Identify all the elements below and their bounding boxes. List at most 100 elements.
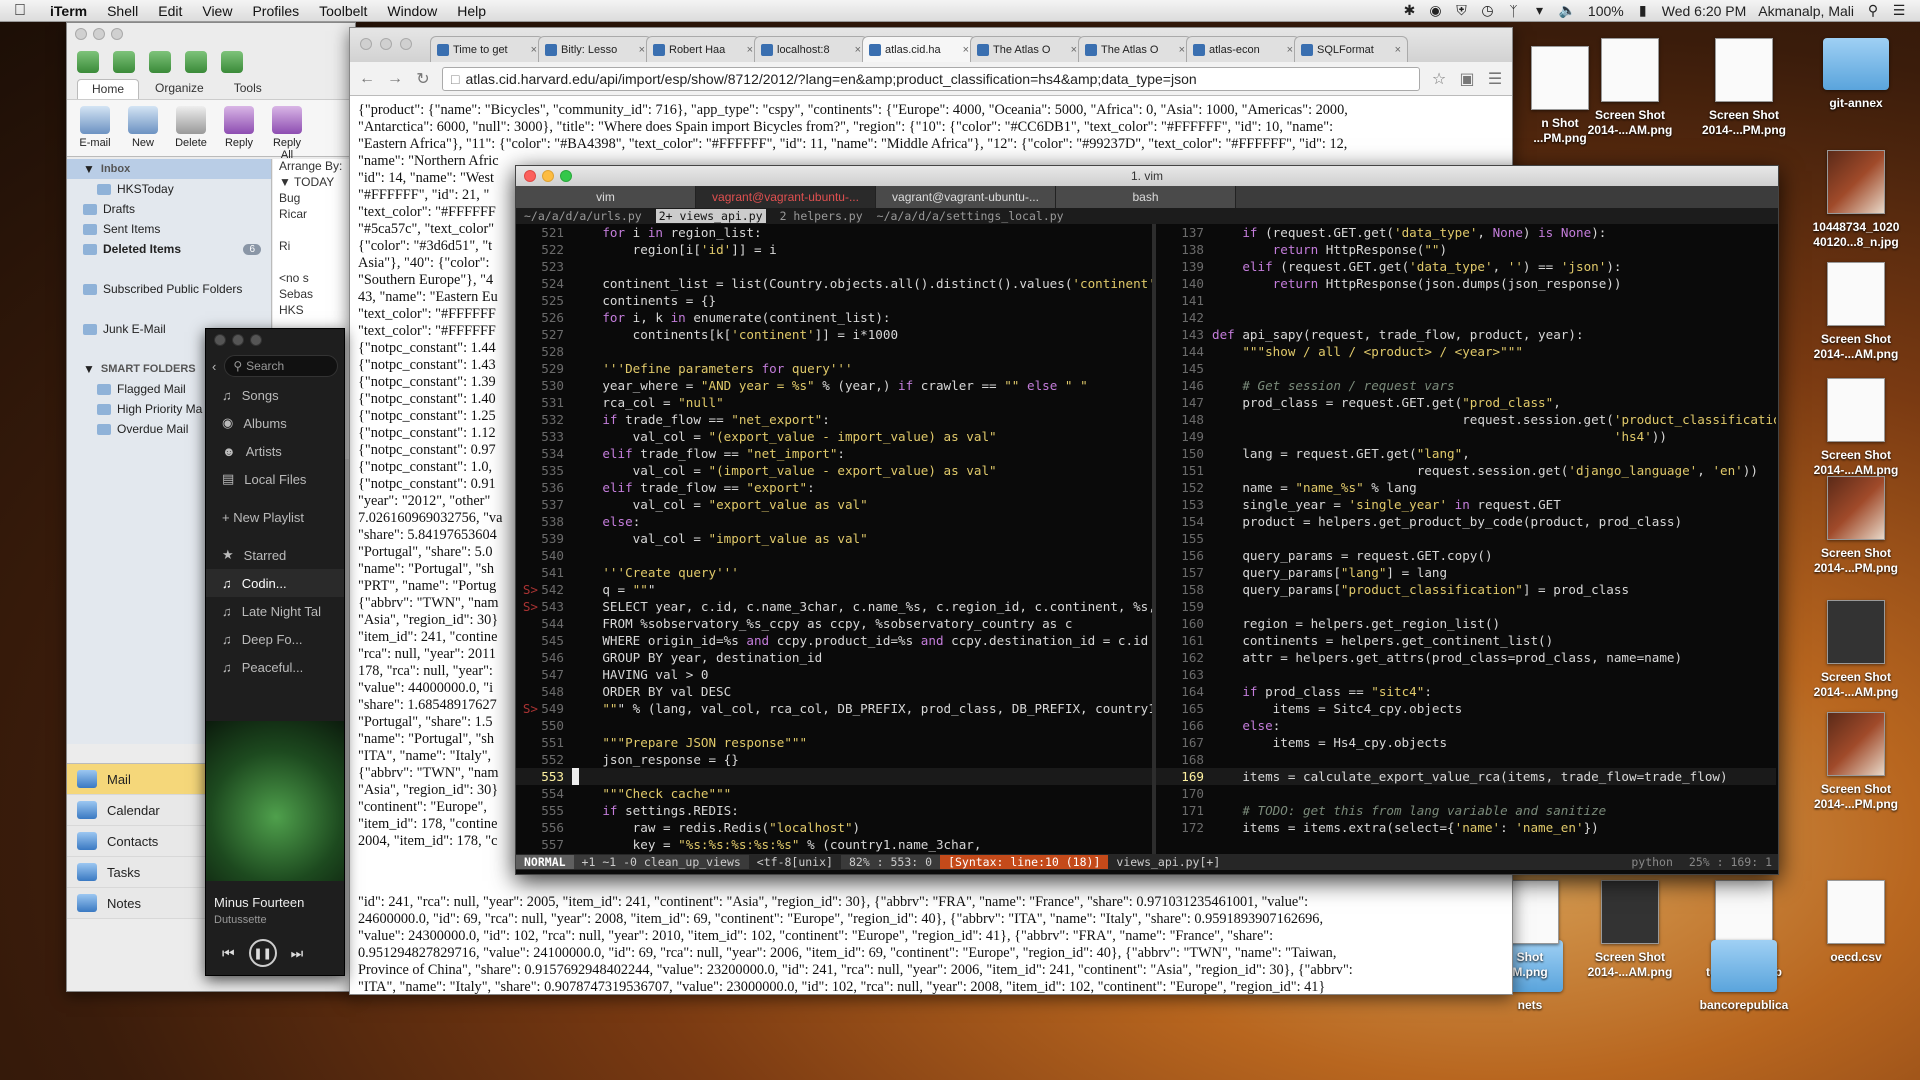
redo-icon[interactable] [149,51,171,73]
shield-icon[interactable]: ⛨ [1454,2,1468,19]
buffer-settings-local[interactable]: ~/a/a/d/a/settings_local.py [877,209,1064,223]
message-row[interactable]: Ricar [273,207,357,223]
browser-tab[interactable]: The Atlas O × [1078,36,1192,62]
message-row[interactable] [273,255,357,271]
music-item[interactable]: ♫ Peaceful... [206,653,344,681]
close-button[interactable] [214,334,226,346]
message-row[interactable]: HKS [273,303,357,319]
message-row[interactable]: <no s [273,271,357,287]
music-item[interactable]: ♫ Late Night Tal [206,597,344,625]
folder-item[interactable]: Drafts [67,199,271,219]
menu-window[interactable]: Window [377,3,447,19]
close-tab-icon[interactable]: × [531,44,537,56]
zoom-button[interactable] [400,38,412,50]
back-icon[interactable]: ← [358,70,376,88]
record-icon[interactable]: ◉ [1428,2,1442,19]
user-name[interactable]: Akmanalp, Mali [1758,3,1854,19]
email-button[interactable]: E-mail [75,106,115,150]
tab-bash[interactable]: bash [1056,186,1236,208]
folder-item[interactable]: HKSToday [67,179,271,199]
buffer-urls[interactable]: ~/a/a/d/a/urls.py [524,209,642,223]
reply-button[interactable]: Reply [219,106,259,150]
message-row[interactable]: Arrange By: [273,159,357,175]
search-input[interactable]: ⚲ Search [224,355,338,377]
next-icon[interactable]: ⏭ [291,945,304,962]
vim-pane-right[interactable]: 137 if (request.GET.get('data_type', Non… [1156,224,1776,854]
menu-profiles[interactable]: Profiles [242,3,309,19]
asterisk-icon[interactable]: ✱ [1402,2,1416,19]
menu-help[interactable]: Help [447,3,496,19]
undo-icon[interactable] [113,51,135,73]
desktop-icon[interactable]: 10448734_1020 40120...8_n.jpg [1796,150,1916,250]
message-row[interactable]: Ri [273,239,357,255]
music-item[interactable]: ♫ Songs [206,381,344,409]
volume-icon[interactable]: 🔈 [1558,2,1575,19]
help-icon[interactable] [221,51,243,73]
bookmark-star-icon[interactable]: ☆ [1430,69,1448,89]
music-item[interactable]: ★ Starred [206,541,344,569]
battery-icon[interactable]: ▮ [1636,2,1650,19]
notification-icon[interactable]: ☰ [1892,2,1906,19]
close-tab-icon[interactable]: × [1179,44,1185,56]
close-tab-icon[interactable]: × [1395,44,1401,56]
chevron-left-icon[interactable]: ‹ [212,359,216,374]
desktop-icon[interactable]: Screen Shot 2014-...AM.png [1796,378,1916,478]
disclosure-triangle-icon[interactable]: ▼ [83,362,95,376]
new-button[interactable]: New [123,106,163,150]
minimize-button[interactable] [93,28,105,40]
reply-all-button[interactable]: Reply All [267,106,307,161]
browser-tab[interactable]: The Atlas O × [970,36,1084,62]
message-row[interactable] [273,223,357,239]
bluetooth-icon[interactable]: ᛉ [1506,3,1520,19]
desktop-icon[interactable]: Screen Shot 2014-...PM.png [1796,476,1916,576]
browser-tab[interactable]: atlas-econ × [1186,36,1300,62]
close-button[interactable] [75,28,87,40]
vim-pane-left[interactable]: 521 for i in region_list: 522 region[i['i… [516,224,1156,854]
minimize-button[interactable] [232,334,244,346]
previous-icon[interactable]: ⏮ [222,945,235,962]
apple-menu-icon[interactable]:  [0,2,40,20]
time-machine-icon[interactable]: ◷ [1480,2,1494,19]
browser-tab[interactable]: Robert Haa × [646,36,760,62]
folder-item[interactable]: Subscribed Public Folders [67,279,271,299]
message-row[interactable]: Bug [273,191,357,207]
menu-icon[interactable]: ☰ [1486,69,1504,89]
reload-icon[interactable]: ↻ [414,69,432,89]
folder-item[interactable]: Sent Items [67,219,271,239]
browser-tab[interactable]: localhost:8 × [754,36,868,62]
folder-item[interactable]: Deleted Items 6 [67,239,271,259]
close-tab-icon[interactable]: × [855,44,861,56]
music-item[interactable]: + New Playlist [206,503,344,531]
forward-icon[interactable]: → [386,70,404,88]
extension-icon[interactable]: ▣ [1458,69,1476,89]
close-tab-icon[interactable]: × [963,44,969,56]
music-item[interactable]: ▤ Local Files [206,465,344,493]
menu-edit[interactable]: Edit [148,3,192,19]
tab-vim[interactable]: vim [516,186,696,208]
album-art[interactable] [206,721,344,881]
music-item[interactable]: ☻ Artists [206,437,344,465]
browser-tab[interactable]: atlas.cid.ha × [862,36,976,62]
message-row[interactable]: Sebas [273,287,357,303]
minimize-button[interactable] [380,38,392,50]
message-row[interactable]: ▼ TODAY [273,175,357,191]
zoom-button[interactable] [111,28,123,40]
buffer-helpers[interactable]: 2 helpers.py [780,209,863,223]
url-input[interactable]: □ atlas.cid.harvard.edu/api/import/esp/sh… [442,66,1420,91]
battery-percent[interactable]: 100% [1588,3,1624,19]
desktop-icon[interactable]: git-annex [1796,38,1916,111]
spotlight-icon[interactable]: ⚲ [1866,2,1880,19]
tab-organize[interactable]: Organize [141,79,218,99]
delete-button[interactable]: Delete [171,106,211,150]
print-icon[interactable] [185,51,207,73]
wifi-icon[interactable]: ▾ [1532,2,1546,19]
tab-home[interactable]: Home [77,79,140,99]
close-tab-icon[interactable]: × [639,44,645,56]
menu-shell[interactable]: Shell [97,3,148,19]
tab-vagrant-1[interactable]: vagrant@vagrant-ubuntu-... [696,186,876,208]
desktop-icon[interactable]: Screen Shot 2014-...PM.png [1684,38,1804,138]
desktop-icon[interactable]: Screen Shot 2014-...AM.png [1570,38,1690,138]
close-button[interactable] [360,38,372,50]
tab-tools[interactable]: Tools [220,79,276,99]
music-item[interactable]: ◉ Albums [206,409,344,437]
